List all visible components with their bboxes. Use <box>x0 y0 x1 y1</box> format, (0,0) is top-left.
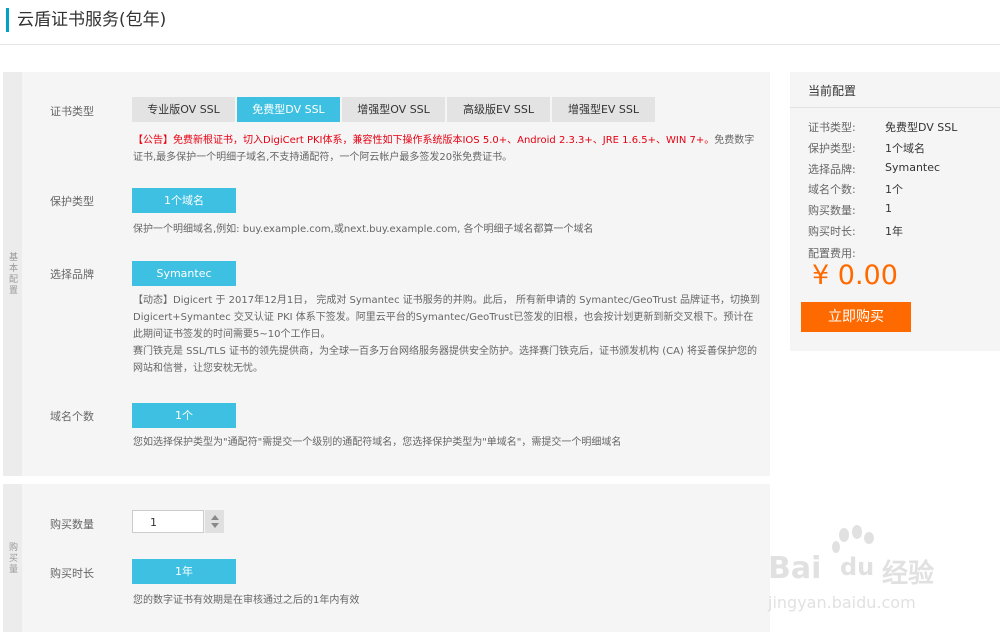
basic-config-side-label: 基本配置 <box>7 252 17 296</box>
watermark-jingyan: 经验 <box>882 559 935 589</box>
config-key: 购买时长: <box>808 225 856 238</box>
brand-news-text: 【动态】Digicert 于 2017年12月1日， 完成对 Symantec … <box>133 295 760 340</box>
config-row-brand: 选择品牌: Symantec <box>808 161 998 177</box>
watermark-url: jingyan.baidu.com <box>768 593 916 612</box>
domain-count-desc: 您如选择保护类型为"通配符"需提交一个级别的通配符域名，您选择保护类型为"单域名… <box>133 437 622 448</box>
basic-config-section: 基本配置 证书类型 专业版OV SSL 免费型DV SSL 增强型OV SSL … <box>3 72 770 476</box>
page-title: 云盾证书服务(包年) <box>6 8 166 32</box>
protect-type-label: 保护类型 <box>50 195 94 208</box>
stepper-up-icon[interactable] <box>210 515 219 520</box>
buy-now-button[interactable]: 立即购买 <box>801 302 911 332</box>
protect-option-single-domain[interactable]: 1个域名 <box>132 188 236 213</box>
brand-desc: 【动态】Digicert 于 2017年12月1日， 完成对 Symantec … <box>133 292 763 377</box>
config-title: 当前配置 <box>808 84 857 98</box>
config-row-protect-type: 保护类型: 1个域名 <box>808 140 998 156</box>
cert-option-ev-advanced[interactable]: 高级版EV SSL <box>447 97 550 122</box>
protect-type-desc: 保护一个明细域名,例如: buy.example.com,或next.buy.e… <box>133 224 594 235</box>
domain-count-label: 域名个数 <box>50 410 94 423</box>
config-value: 1 <box>885 202 892 215</box>
cert-option-ev-enhanced[interactable]: 增强型EV SSL <box>552 97 655 122</box>
purchase-side-label: 购买量 <box>7 541 17 575</box>
config-key: 保护类型: <box>808 142 856 155</box>
config-divider <box>790 107 1000 108</box>
purchase-section: 购买量 购买数量 1 购买时长 1年 您的数字证书有效期是在审核通过之后的1年内… <box>3 484 770 632</box>
cert-option-ov-pro[interactable]: 专业版OV SSL <box>132 97 235 122</box>
title-divider <box>0 44 1000 45</box>
quantity-input[interactable]: 1 <box>132 510 204 533</box>
current-config-panel: 当前配置 证书类型: 免费型DV SSL 保护类型: 1个域名 选择品牌: Sy… <box>790 72 1000 351</box>
watermark-du: du <box>840 553 875 581</box>
config-row-cert-type: 证书类型: 免费型DV SSL <box>808 119 998 135</box>
brand-option-symantec[interactable]: Symantec <box>132 261 236 286</box>
config-cost-label: 配置费用: <box>808 247 856 260</box>
cert-notice-red-text: 【公告】免费新根证书，切入DigiCert PKI体系，兼容性如下操作系统版本I… <box>133 135 715 146</box>
duration-desc: 您的数字证书有效期是在审核通过之后的1年内有效 <box>133 595 360 606</box>
config-key: 域名个数: <box>808 183 856 196</box>
config-row-domain-count: 域名个数: 1个 <box>808 181 998 197</box>
duration-option-1-year[interactable]: 1年 <box>132 559 236 584</box>
quantity-stepper[interactable] <box>205 510 224 533</box>
config-value: 1个域名 <box>885 142 925 155</box>
domain-count-option[interactable]: 1个 <box>132 403 236 428</box>
config-key: 购买数量: <box>808 204 856 217</box>
brand-label: 选择品牌 <box>50 268 94 281</box>
config-row-quantity: 购买数量: 1 <box>808 202 998 218</box>
brand-intro-text: 赛门铁克是 SSL/TLS 证书的领先提供商，为全球一百多万台网络服务器提供安全… <box>133 346 758 374</box>
config-value: 1年 <box>885 225 903 238</box>
quantity-label: 购买数量 <box>50 518 94 531</box>
config-value: 免费型DV SSL <box>885 121 958 134</box>
config-value: Symantec <box>885 161 941 174</box>
cert-option-dv-free[interactable]: 免费型DV SSL <box>237 97 340 122</box>
config-row-duration: 购买时长: 1年 <box>808 223 998 239</box>
config-value: 1个 <box>885 183 903 196</box>
duration-label: 购买时长 <box>50 567 94 580</box>
cert-type-notice: 【公告】免费新根证书，切入DigiCert PKI体系，兼容性如下操作系统版本I… <box>133 132 763 166</box>
watermark-bai: Bai <box>768 551 822 586</box>
price-value: ¥ 0.00 <box>812 260 898 291</box>
watermark: Bai du 经验 jingyan.baidu.com <box>762 523 998 633</box>
cert-option-ov-enhanced[interactable]: 增强型OV SSL <box>342 97 445 122</box>
stepper-down-icon[interactable] <box>210 523 219 528</box>
cert-type-label: 证书类型 <box>50 105 94 118</box>
config-key: 选择品牌: <box>808 163 856 176</box>
config-key: 证书类型: <box>808 121 856 134</box>
